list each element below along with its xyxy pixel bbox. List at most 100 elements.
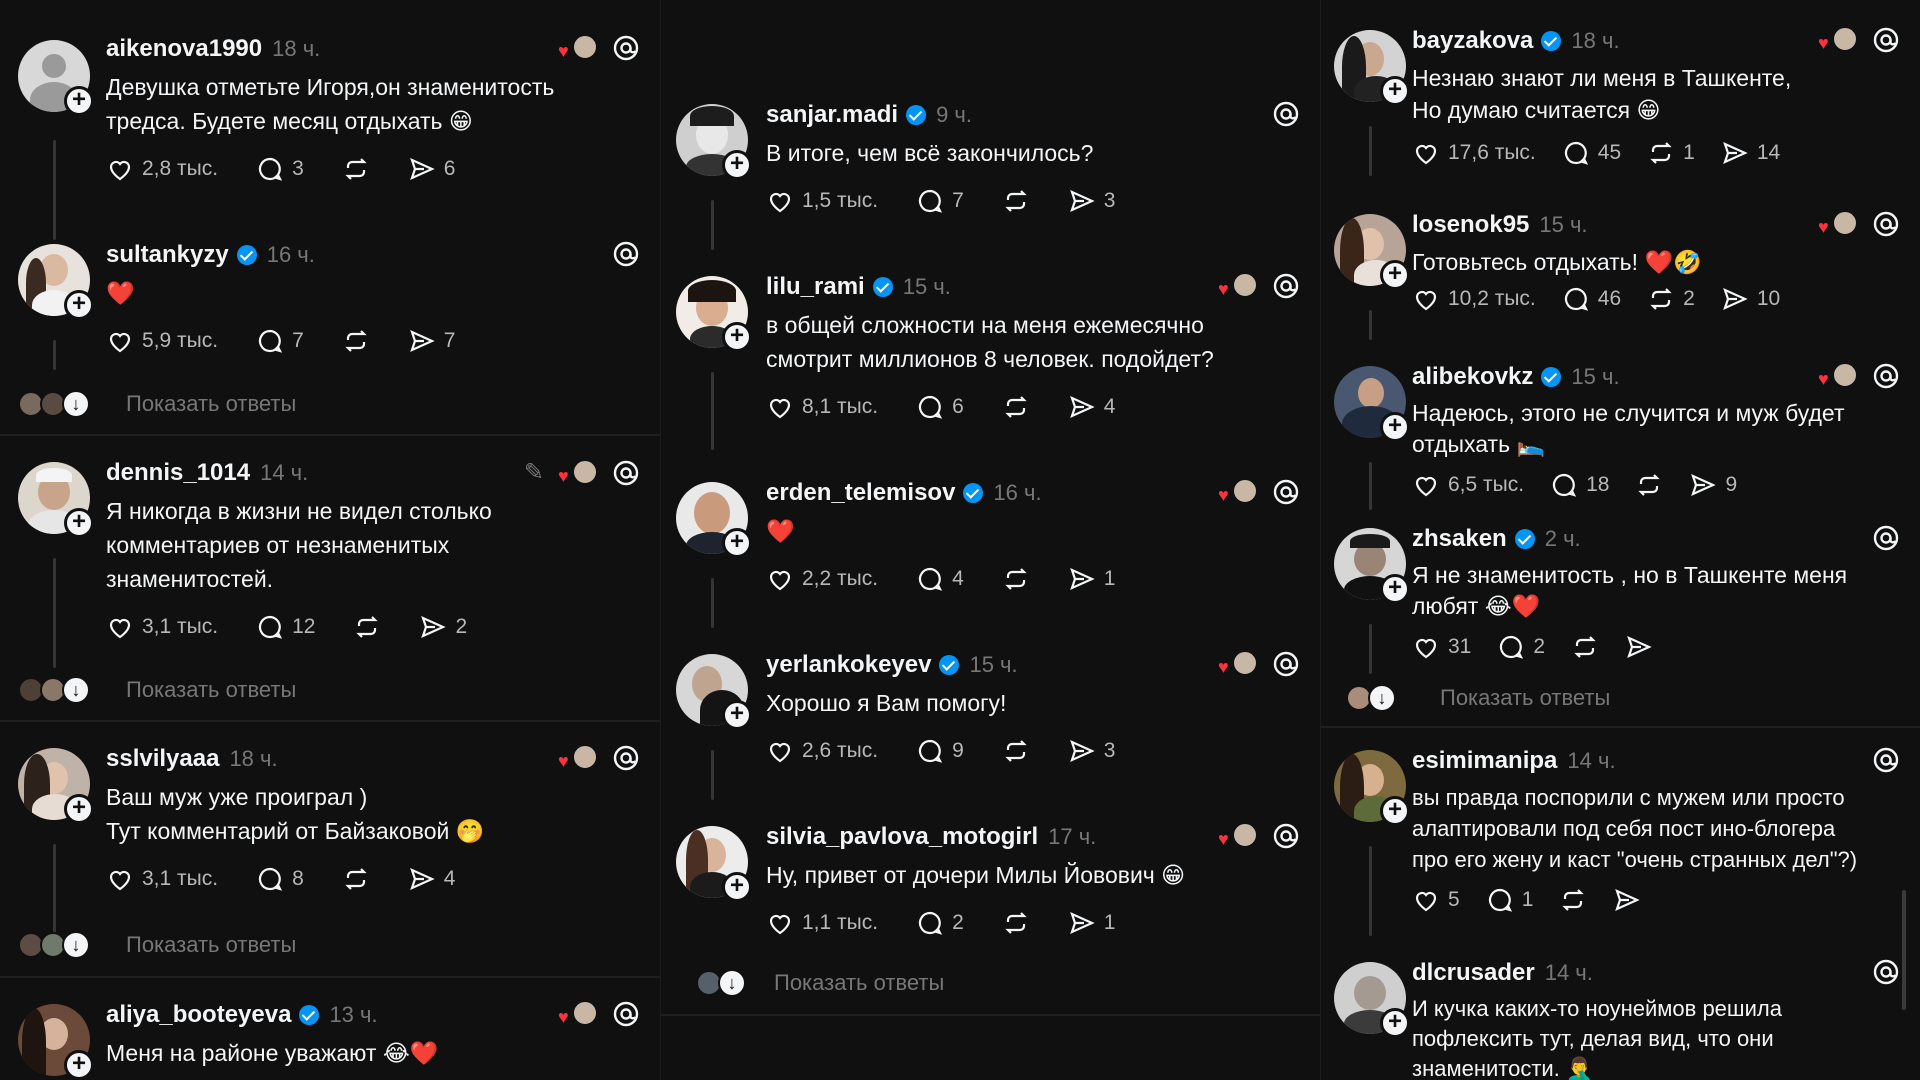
repost-button[interactable] <box>1571 633 1599 661</box>
threads-logo-icon[interactable] <box>1872 746 1900 774</box>
repost-button[interactable] <box>1002 187 1030 215</box>
repost-button[interactable] <box>342 865 370 893</box>
comment-button[interactable]: 7 <box>916 187 964 215</box>
repost-button[interactable] <box>1002 393 1030 421</box>
threads-logo-icon[interactable] <box>1872 26 1900 54</box>
comment-post[interactable]: + dennis_1014 14 ч. ✎ ♥ Я никогда в жизн… <box>0 458 660 668</box>
repost-button[interactable] <box>342 327 370 355</box>
avatar[interactable]: + <box>676 826 752 902</box>
avatar[interactable]: + <box>18 462 94 538</box>
share-button[interactable]: 4 <box>408 865 455 893</box>
like-button[interactable]: 3,1 тыс. <box>106 865 218 893</box>
comment-post[interactable]: + sanjar.madi 9 ч. В итоге, чем всё зако… <box>660 100 1320 250</box>
comment-button[interactable]: 1 <box>1486 886 1533 914</box>
comment-post[interactable]: + yerlankokeyev 15 ч. ♥ Хорошо я Вам пом… <box>660 650 1320 800</box>
like-button[interactable]: 17,6 тыс. <box>1412 139 1536 167</box>
follow-plus-icon[interactable]: + <box>722 872 752 902</box>
show-replies-button[interactable]: ↓ Показать ответы <box>18 928 296 962</box>
avatar[interactable]: + <box>1334 750 1410 826</box>
comment-post[interactable]: + bayzakova 18 ч. ♥ Незнаю знают ли меня… <box>1320 26 1920 176</box>
comment-button[interactable]: 7 <box>256 327 304 355</box>
comment-button[interactable]: 8 <box>256 865 304 893</box>
comment-button[interactable]: 6 <box>916 393 964 421</box>
follow-plus-icon[interactable]: + <box>64 290 94 320</box>
share-button[interactable] <box>1625 633 1661 661</box>
repost-button[interactable]: 1 <box>1647 139 1695 167</box>
comment-post[interactable]: + losenok95 15 ч. ♥ Готовьтесь отдыхать!… <box>1320 210 1920 340</box>
username[interactable]: dennis_1014 <box>106 459 250 487</box>
threads-logo-icon[interactable] <box>1272 272 1300 300</box>
avatar[interactable]: + <box>1334 528 1410 604</box>
username[interactable]: erden_telemisov <box>766 479 955 507</box>
show-replies-button[interactable]: ↓ Показать ответы <box>18 387 296 421</box>
comment-post[interactable]: + zhsaken 2 ч. Я не знаменитость , но в … <box>1320 524 1920 674</box>
avatar[interactable]: + <box>18 40 94 116</box>
share-button[interactable]: 3 <box>1068 187 1115 215</box>
threads-logo-icon[interactable] <box>612 744 640 772</box>
show-replies-button[interactable]: ↓ Показать ответы <box>682 966 944 1000</box>
comment-post[interactable]: + sultankyzy 16 ч. ❤️ 5,9 тыс. 7 7 <box>0 240 660 370</box>
like-button[interactable]: 5,9 тыс. <box>106 327 218 355</box>
like-button[interactable]: 8,1 тыс. <box>766 393 878 421</box>
username[interactable]: losenok95 <box>1412 211 1529 239</box>
username[interactable]: silvia_pavlova_motogirl <box>766 823 1038 851</box>
share-button[interactable]: 6 <box>408 155 455 183</box>
like-button[interactable]: 2,6 тыс. <box>766 737 878 765</box>
repost-button[interactable] <box>353 613 381 641</box>
comment-button[interactable]: 18 <box>1550 471 1609 499</box>
follow-plus-icon[interactable]: + <box>1380 574 1410 604</box>
avatar[interactable]: + <box>1334 962 1410 1038</box>
avatar[interactable]: + <box>18 244 94 320</box>
username[interactable]: aliya_booteyeva <box>106 1001 291 1029</box>
comment-button[interactable]: 2 <box>916 909 964 937</box>
repost-button[interactable] <box>342 155 370 183</box>
comment-post[interactable]: + aliya_booteyeva 13 ч. ♥ Меня на районе… <box>0 1000 660 1080</box>
comment-post[interactable]: + lilu_rami 15 ч. ♥ в общей сложности на… <box>660 272 1320 450</box>
share-button[interactable]: 1 <box>1068 565 1115 593</box>
repost-button[interactable]: 2 <box>1647 285 1695 313</box>
like-button[interactable]: 3,1 тыс. <box>106 613 218 641</box>
username[interactable]: dlcrusader <box>1412 959 1535 987</box>
follow-plus-icon[interactable]: + <box>1380 260 1410 290</box>
comment-button[interactable]: 4 <box>916 565 964 593</box>
comment-post[interactable]: + aikenova1990 18 ч. ♥ Девушка отметьте … <box>0 30 660 240</box>
username[interactable]: bayzakova <box>1412 27 1533 55</box>
comment-post[interactable]: + silvia_pavlova_motogirl 17 ч. ♥ Ну, пр… <box>660 822 1320 952</box>
like-button[interactable]: 10,2 тыс. <box>1412 285 1536 313</box>
threads-logo-icon[interactable] <box>1872 524 1900 552</box>
avatar[interactable]: + <box>1334 214 1410 290</box>
comment-post[interactable]: + esimimanipa 14 ч. вы правда поспорили … <box>1320 746 1920 936</box>
repost-button[interactable] <box>1002 909 1030 937</box>
like-button[interactable]: 5 <box>1412 886 1460 914</box>
pencil-icon[interactable]: ✎ <box>524 458 544 487</box>
threads-logo-icon[interactable] <box>612 34 640 62</box>
repost-button[interactable] <box>1559 886 1587 914</box>
username[interactable]: esimimanipa <box>1412 747 1557 775</box>
share-button[interactable]: 10 <box>1721 285 1780 313</box>
comment-button[interactable]: 2 <box>1497 633 1545 661</box>
comment-post[interactable]: + dlcrusader 14 ч. И кучка каких-то ноун… <box>1320 958 1920 1080</box>
threads-logo-icon[interactable] <box>1272 478 1300 506</box>
comment-button[interactable]: 3 <box>256 155 304 183</box>
share-button[interactable]: 2 <box>419 613 467 641</box>
follow-plus-icon[interactable]: + <box>722 700 752 730</box>
avatar[interactable]: + <box>18 1004 94 1080</box>
follow-plus-icon[interactable]: + <box>1380 412 1410 442</box>
username[interactable]: aikenova1990 <box>106 35 262 63</box>
show-replies-button[interactable]: ↓ Показать ответы <box>18 673 296 707</box>
follow-plus-icon[interactable]: + <box>64 1050 94 1080</box>
username[interactable]: lilu_rami <box>766 273 865 301</box>
comment-post[interactable]: + alibekovkz 15 ч. ♥ Надеюсь, этого не с… <box>1320 362 1920 510</box>
avatar[interactable]: + <box>676 104 752 180</box>
like-button[interactable]: 2,2 тыс. <box>766 565 878 593</box>
like-button[interactable]: 1,1 тыс. <box>766 909 878 937</box>
comment-button[interactable]: 9 <box>916 737 964 765</box>
scrollbar[interactable] <box>1902 890 1906 1010</box>
share-button[interactable]: 3 <box>1068 737 1115 765</box>
username[interactable]: sultankyzy <box>106 241 229 269</box>
avatar[interactable]: + <box>676 654 752 730</box>
username[interactable]: zhsaken <box>1412 525 1507 553</box>
avatar[interactable]: + <box>1334 366 1410 442</box>
repost-button[interactable] <box>1002 565 1030 593</box>
username[interactable]: yerlankokeyev <box>766 651 931 679</box>
